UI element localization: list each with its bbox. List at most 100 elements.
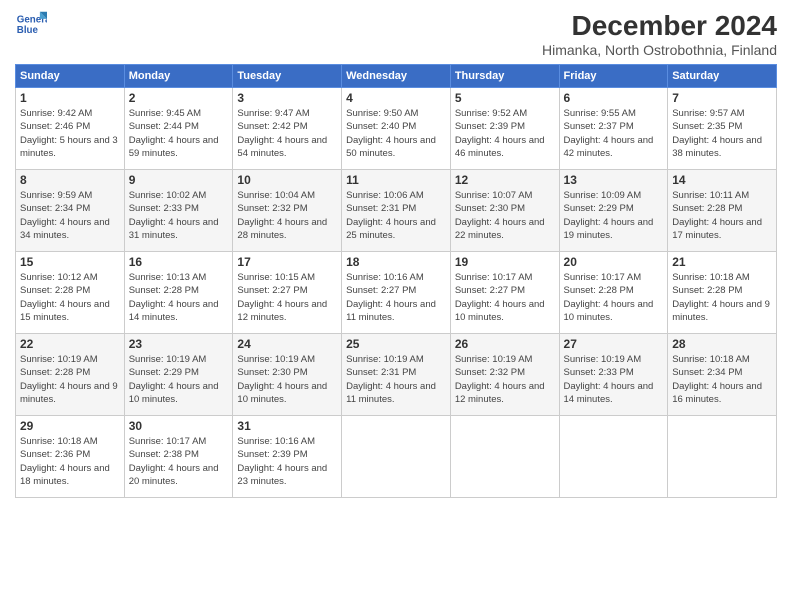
- table-row: 7 Sunrise: 9:57 AMSunset: 2:35 PMDaylight…: [668, 88, 777, 170]
- table-row: [450, 416, 559, 498]
- col-thursday: Thursday: [450, 65, 559, 88]
- day-number: 3: [237, 91, 337, 105]
- svg-text:Blue: Blue: [17, 25, 39, 36]
- calendar-week-2: 8Sunrise: 9:59 AMSunset: 2:34 PMDaylight…: [16, 170, 777, 252]
- day-info: Sunrise: 9:47 AMSunset: 2:42 PMDaylight:…: [237, 108, 327, 159]
- col-monday: Monday: [124, 65, 233, 88]
- day-number: 9: [129, 173, 229, 187]
- table-row: 24 Sunrise: 10:19 AMSunset: 2:30 PMDaylig…: [233, 334, 342, 416]
- calendar-week-3: 15Sunrise: 10:12 AMSunset: 2:28 PMDaylig…: [16, 252, 777, 334]
- day-info: Sunrise: 9:57 AMSunset: 2:35 PMDaylight:…: [672, 108, 762, 159]
- calendar-week-5: 29 Sunrise: 10:18 AMSunset: 2:36 PMDaylig…: [16, 416, 777, 498]
- day-number: 28: [672, 337, 772, 351]
- page: General Blue December 2024 Himanka, Nort…: [0, 0, 792, 612]
- day-info: Sunrise: 9:55 AMSunset: 2:37 PMDaylight:…: [564, 108, 654, 159]
- day-info: Sunrise: 9:45 AMSunset: 2:44 PMDaylight:…: [129, 108, 219, 159]
- table-row: 16Sunrise: 10:13 AMSunset: 2:28 PMDaylig…: [124, 252, 233, 334]
- calendar-week-4: 22Sunrise: 10:19 AMSunset: 2:28 PMDaylig…: [16, 334, 777, 416]
- day-number: 18: [346, 255, 446, 269]
- day-info: Sunrise: 10:17 AMSunset: 2:38 PMDaylight…: [129, 436, 219, 487]
- day-number: 10: [237, 173, 337, 187]
- table-row: 23 Sunrise: 10:19 AMSunset: 2:29 PMDaylig…: [124, 334, 233, 416]
- day-info: Sunrise: 9:52 AMSunset: 2:39 PMDaylight:…: [455, 108, 545, 159]
- day-number: 25: [346, 337, 446, 351]
- main-title: December 2024: [542, 10, 777, 42]
- col-wednesday: Wednesday: [342, 65, 451, 88]
- table-row: 26Sunrise: 10:19 AMSunset: 2:32 PMDaylig…: [450, 334, 559, 416]
- day-number: 16: [129, 255, 229, 269]
- table-row: [559, 416, 668, 498]
- calendar-table: Sunday Monday Tuesday Wednesday Thursday…: [15, 64, 777, 498]
- day-number: 4: [346, 91, 446, 105]
- day-info: Sunrise: 10:19 AMSunset: 2:33 PMDaylight…: [564, 354, 654, 405]
- table-row: 3 Sunrise: 9:47 AMSunset: 2:42 PMDaylight…: [233, 88, 342, 170]
- table-row: 19 Sunrise: 10:17 AMSunset: 2:27 PMDaylig…: [450, 252, 559, 334]
- day-number: 19: [455, 255, 555, 269]
- day-info: Sunrise: 9:50 AMSunset: 2:40 PMDaylight:…: [346, 108, 436, 159]
- day-info: Sunrise: 10:07 AMSunset: 2:30 PMDaylight…: [455, 190, 545, 241]
- day-number: 26: [455, 337, 555, 351]
- day-number: 1: [20, 91, 120, 105]
- table-row: 27 Sunrise: 10:19 AMSunset: 2:33 PMDaylig…: [559, 334, 668, 416]
- day-number: 14: [672, 173, 772, 187]
- day-info: Sunrise: 10:16 AMSunset: 2:27 PMDaylight…: [346, 272, 436, 323]
- day-number: 13: [564, 173, 664, 187]
- table-row: 6Sunrise: 9:55 AMSunset: 2:37 PMDaylight…: [559, 88, 668, 170]
- subtitle: Himanka, North Ostrobothnia, Finland: [542, 42, 777, 58]
- col-friday: Friday: [559, 65, 668, 88]
- table-row: 17Sunrise: 10:15 AMSunset: 2:27 PMDaylig…: [233, 252, 342, 334]
- table-row: 28Sunrise: 10:18 AMSunset: 2:34 PMDaylig…: [668, 334, 777, 416]
- day-number: 2: [129, 91, 229, 105]
- day-number: 12: [455, 173, 555, 187]
- table-row: 11Sunrise: 10:06 AMSunset: 2:31 PMDaylig…: [342, 170, 451, 252]
- col-tuesday: Tuesday: [233, 65, 342, 88]
- table-row: 25 Sunrise: 10:19 AMSunset: 2:31 PMDaylig…: [342, 334, 451, 416]
- day-number: 31: [237, 419, 337, 433]
- day-info: Sunrise: 10:15 AMSunset: 2:27 PMDaylight…: [237, 272, 327, 323]
- table-row: 18 Sunrise: 10:16 AMSunset: 2:27 PMDaylig…: [342, 252, 451, 334]
- table-row: 29 Sunrise: 10:18 AMSunset: 2:36 PMDaylig…: [16, 416, 125, 498]
- day-info: Sunrise: 10:06 AMSunset: 2:31 PMDaylight…: [346, 190, 436, 241]
- day-info: Sunrise: 10:17 AMSunset: 2:28 PMDaylight…: [564, 272, 654, 323]
- calendar-week-1: 1 Sunrise: 9:42 AMSunset: 2:46 PMDaylight…: [16, 88, 777, 170]
- table-row: 14 Sunrise: 10:11 AMSunset: 2:28 PMDaylig…: [668, 170, 777, 252]
- table-row: 4 Sunrise: 9:50 AMSunset: 2:40 PMDaylight…: [342, 88, 451, 170]
- day-info: Sunrise: 10:19 AMSunset: 2:31 PMDaylight…: [346, 354, 436, 405]
- day-number: 27: [564, 337, 664, 351]
- day-number: 24: [237, 337, 337, 351]
- day-info: Sunrise: 10:16 AMSunset: 2:39 PMDaylight…: [237, 436, 327, 487]
- logo: General Blue: [15, 10, 51, 42]
- table-row: 5Sunrise: 9:52 AMSunset: 2:39 PMDaylight…: [450, 88, 559, 170]
- day-info: Sunrise: 10:02 AMSunset: 2:33 PMDaylight…: [129, 190, 219, 241]
- col-saturday: Saturday: [668, 65, 777, 88]
- day-info: Sunrise: 10:17 AMSunset: 2:27 PMDaylight…: [455, 272, 545, 323]
- day-number: 8: [20, 173, 120, 187]
- day-number: 7: [672, 91, 772, 105]
- day-number: 30: [129, 419, 229, 433]
- day-info: Sunrise: 10:19 AMSunset: 2:29 PMDaylight…: [129, 354, 219, 405]
- day-info: Sunrise: 10:18 AMSunset: 2:28 PMDaylight…: [672, 272, 770, 323]
- table-row: 31 Sunrise: 10:16 AMSunset: 2:39 PMDaylig…: [233, 416, 342, 498]
- day-info: Sunrise: 10:18 AMSunset: 2:36 PMDaylight…: [20, 436, 110, 487]
- header-row: Sunday Monday Tuesday Wednesday Thursday…: [16, 65, 777, 88]
- table-row: [668, 416, 777, 498]
- day-number: 22: [20, 337, 120, 351]
- table-row: 21 Sunrise: 10:18 AMSunset: 2:28 PMDaylig…: [668, 252, 777, 334]
- table-row: 20Sunrise: 10:17 AMSunset: 2:28 PMDaylig…: [559, 252, 668, 334]
- day-info: Sunrise: 10:04 AMSunset: 2:32 PMDaylight…: [237, 190, 327, 241]
- col-sunday: Sunday: [16, 65, 125, 88]
- day-info: Sunrise: 9:42 AMSunset: 2:46 PMDaylight:…: [20, 108, 118, 159]
- table-row: 2 Sunrise: 9:45 AMSunset: 2:44 PMDaylight…: [124, 88, 233, 170]
- table-row: 10 Sunrise: 10:04 AMSunset: 2:32 PMDaylig…: [233, 170, 342, 252]
- day-number: 23: [129, 337, 229, 351]
- table-row: 30 Sunrise: 10:17 AMSunset: 2:38 PMDaylig…: [124, 416, 233, 498]
- table-row: 1 Sunrise: 9:42 AMSunset: 2:46 PMDaylight…: [16, 88, 125, 170]
- table-row: 9 Sunrise: 10:02 AMSunset: 2:33 PMDayligh…: [124, 170, 233, 252]
- day-number: 21: [672, 255, 772, 269]
- day-info: Sunrise: 10:11 AMSunset: 2:28 PMDaylight…: [672, 190, 762, 241]
- day-info: Sunrise: 10:09 AMSunset: 2:29 PMDaylight…: [564, 190, 654, 241]
- day-info: Sunrise: 10:19 AMSunset: 2:30 PMDaylight…: [237, 354, 327, 405]
- day-number: 29: [20, 419, 120, 433]
- table-row: 22Sunrise: 10:19 AMSunset: 2:28 PMDaylig…: [16, 334, 125, 416]
- table-row: 13 Sunrise: 10:09 AMSunset: 2:29 PMDaylig…: [559, 170, 668, 252]
